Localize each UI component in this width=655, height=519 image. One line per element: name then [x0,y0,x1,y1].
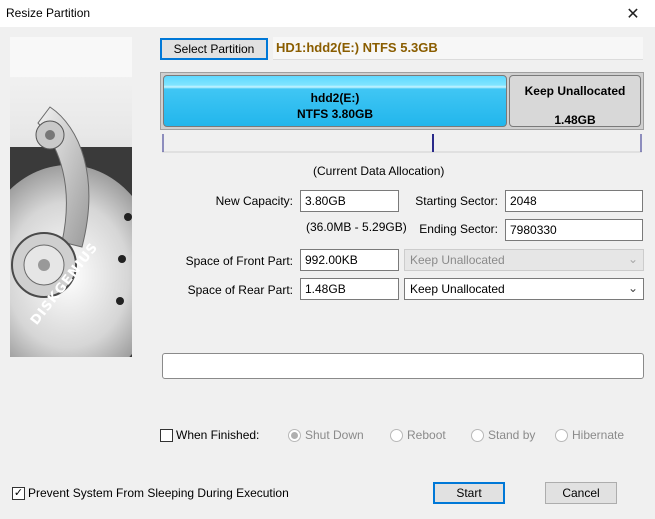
front-space-option: Keep Unallocated [410,253,505,267]
unallocated-label: Keep Unallocated [524,84,626,98]
radio-label: Shut Down [305,428,364,442]
radio-dot [555,428,568,442]
radio-hibernate[interactable]: Hibernate [555,428,624,442]
close-button[interactable]: ✕ [611,0,655,27]
prevent-sleep-label: Prevent System From Sleeping During Exec… [28,486,289,500]
prevent-sleep-checkbox[interactable]: ✓ Prevent System From Sleeping During Ex… [12,486,289,500]
radio-dot [471,428,484,442]
partition-info: HD1:hdd2(E:) NTFS 5.3GB [273,37,643,60]
unallocated-size: 1.48GB [554,113,596,127]
radio-stand-by[interactable]: Stand by [471,428,535,442]
diskgenius-side-art: DISKGENIUS [10,37,132,357]
radio-reboot[interactable]: Reboot [390,428,446,442]
rear-space-dropdown[interactable]: Keep Unallocated ⌄ [404,278,644,300]
new-capacity-input[interactable]: 3.80GB [300,190,399,212]
front-space-input[interactable]: 992.00KB [300,249,399,271]
starting-sector-input[interactable]: 2048 [505,190,643,212]
starting-sector-label: Starting Sector: [415,194,498,208]
radio-shut-down[interactable]: Shut Down [288,428,364,442]
hard-disk-platter-art [10,37,132,357]
radio-dot [288,428,301,442]
capacity-range: (36.0MB - 5.29GB) [306,220,407,234]
radio-label: Hibernate [572,428,625,442]
checkmark-icon: ✓ [12,486,25,500]
progress-bar [162,353,644,379]
chevron-down-icon: ⌄ [627,281,638,295]
radio-dot [390,428,403,442]
partition-detail: NTFS 3.80GB [296,107,374,121]
rear-space-option: Keep Unallocated [410,282,505,296]
partition-name: hdd2(E:) [310,91,360,105]
partition-segment-unallocated[interactable]: Keep Unallocated 1.48GB [509,75,641,127]
partition-segment-main[interactable]: hdd2(E:) NTFS 3.80GB [163,75,507,127]
when-finished-label: When Finished: [176,428,260,442]
ending-sector-input[interactable]: 7980330 [505,219,643,241]
rear-space-input[interactable]: 1.48GB [300,278,399,300]
front-space-dropdown[interactable]: Keep Unallocated ⌄ [404,249,644,271]
radio-label: Stand by [488,428,536,442]
checkbox-box [160,428,173,442]
radio-label: Reboot [407,428,446,442]
title-bar: Resize Partition ✕ [0,0,655,27]
new-capacity-label: New Capacity: [215,194,293,208]
close-icon: ✕ [626,5,640,23]
when-finished-checkbox[interactable]: When Finished: [160,428,259,442]
data-allocation-ruler [162,134,642,153]
start-button[interactable]: Start [433,482,505,504]
front-space-label: Space of Front Part: [185,254,293,268]
partition-bar: hdd2(E:) NTFS 3.80GB Keep Unallocated 1.… [160,72,644,130]
chevron-down-icon: ⌄ [627,252,638,266]
cancel-button[interactable]: Cancel [545,482,617,504]
ending-sector-label: Ending Sector: [419,222,498,236]
allocation-caption: (Current Data Allocation) [313,164,445,178]
window-title: Resize Partition [6,6,91,20]
rear-space-label: Space of Rear Part: [187,283,293,297]
select-partition-button[interactable]: Select Partition [160,38,268,60]
